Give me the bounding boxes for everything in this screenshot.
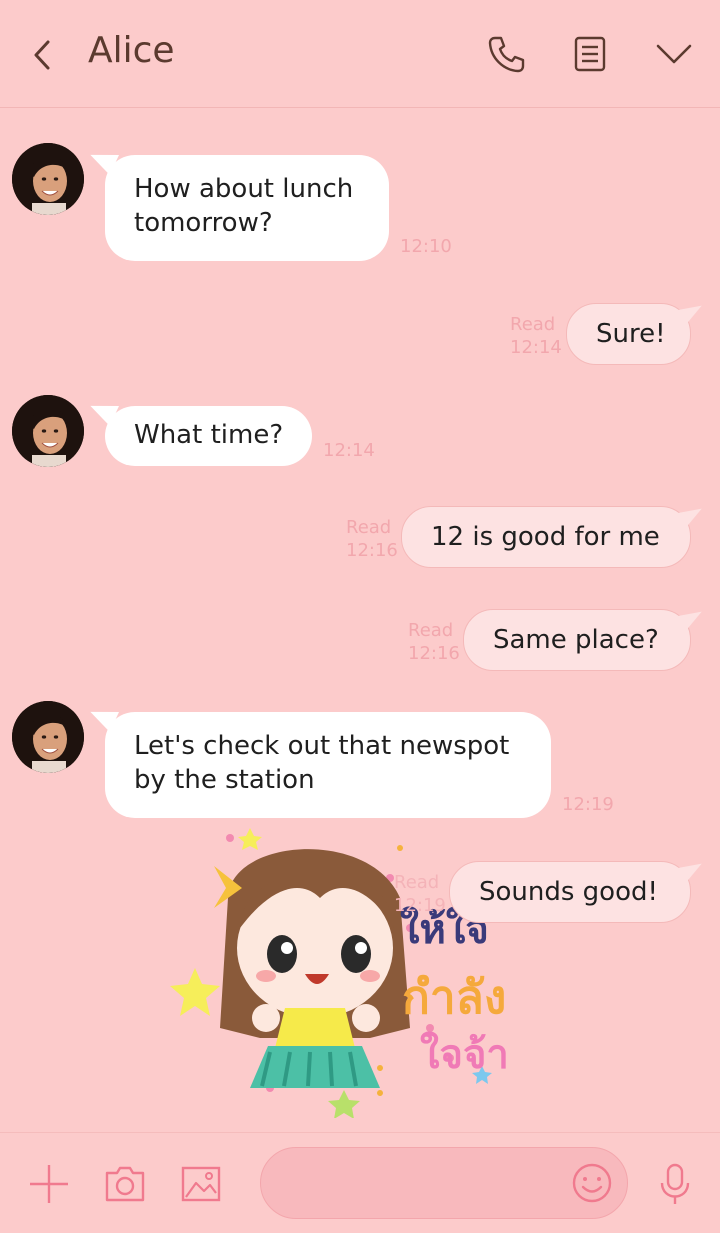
sticker-image[interactable]: ให้ใจ กำลัง ใจจ้า	[170, 808, 550, 1118]
message-bubble[interactable]: Sounds good!	[449, 861, 691, 923]
message-bubble[interactable]: What time?	[105, 406, 312, 466]
contact-avatar[interactable]	[12, 701, 84, 773]
message-text: Sure!	[596, 319, 666, 349]
chat-thread[interactable]: How about lunch tomorrow? 12:10 Read 12:…	[0, 108, 720, 1132]
chat-header: Alice	[0, 0, 720, 108]
microphone-icon[interactable]	[654, 1163, 696, 1205]
message-bubble[interactable]: Let's check out that newspot by the stat…	[105, 712, 551, 818]
message-time: 12:14	[323, 440, 375, 461]
message-text: What time?	[134, 420, 284, 450]
read-receipt: Read 12:16	[408, 619, 460, 665]
message-time: 12:10	[400, 236, 452, 257]
notes-icon[interactable]	[570, 34, 610, 74]
read-label: Read	[510, 314, 556, 335]
plus-icon[interactable]	[28, 1163, 70, 1205]
camera-icon[interactable]	[104, 1163, 146, 1205]
message-text: Same place?	[493, 625, 659, 655]
message-bubble[interactable]: Same place?	[463, 609, 691, 671]
image-icon[interactable]	[180, 1163, 222, 1205]
message-bubble[interactable]: 12 is good for me	[401, 506, 691, 568]
message-bubble[interactable]: Sure!	[566, 303, 691, 365]
message-time: 12:14	[510, 337, 562, 358]
back-icon[interactable]	[26, 36, 60, 74]
message-time: 12:16	[346, 540, 398, 561]
read-receipt: Read 12:19	[394, 871, 446, 917]
read-receipt: Read 12:16	[346, 516, 398, 562]
message-input[interactable]	[260, 1147, 628, 1219]
message-text: Let's check out that newspot by the stat…	[134, 731, 510, 795]
message-time: 12:16	[408, 643, 460, 664]
chevron-down-icon[interactable]	[654, 34, 694, 74]
read-receipt: Read 12:14	[510, 313, 562, 359]
phone-icon[interactable]	[486, 34, 526, 74]
chat-title: Alice	[88, 30, 175, 71]
read-label: Read	[394, 872, 440, 893]
message-time: 12:19	[562, 794, 614, 815]
input-bar	[0, 1132, 720, 1233]
message-text: 12 is good for me	[431, 522, 660, 552]
avatar-photo-icon	[12, 701, 84, 773]
sticker-text-line: กำลัง	[402, 970, 506, 1024]
contact-avatar[interactable]	[12, 143, 84, 215]
avatar-photo-icon	[12, 395, 84, 467]
contact-avatar[interactable]	[12, 395, 84, 467]
sticker-text-line: ใจจ้า	[420, 1031, 509, 1078]
message-time: 12:19	[394, 895, 446, 916]
read-label: Read	[346, 517, 392, 538]
read-label: Read	[408, 620, 454, 641]
avatar-photo-icon	[12, 143, 84, 215]
message-text: How about lunch tomorrow?	[134, 174, 354, 238]
message-text: Sounds good!	[479, 877, 658, 907]
message-bubble[interactable]: How about lunch tomorrow?	[105, 155, 389, 261]
smiley-icon[interactable]	[571, 1162, 613, 1204]
